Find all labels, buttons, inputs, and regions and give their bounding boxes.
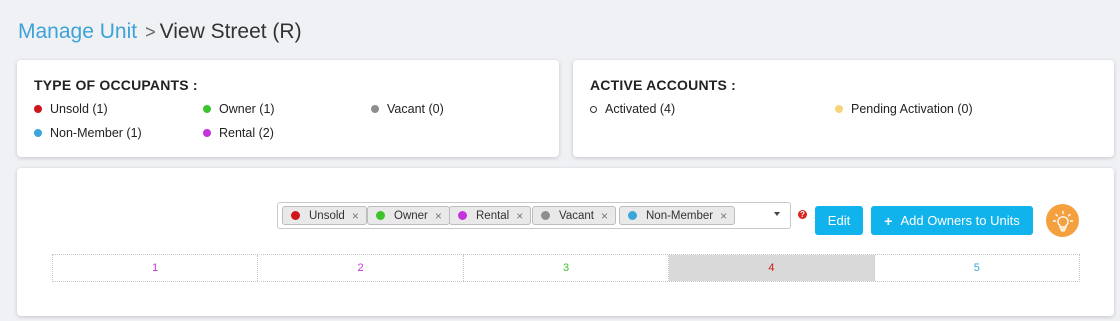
legend-owner: Owner (1) <box>203 102 275 116</box>
tag-label: Owner <box>394 209 428 222</box>
breadcrumb-manage-unit-link[interactable]: Manage Unit <box>18 20 137 43</box>
chevron-right-icon: > <box>145 22 156 42</box>
legend-label: Rental (2) <box>219 126 274 140</box>
vacant-dot-icon <box>541 211 550 220</box>
occupants-card: TYPE OF OCCUPANTS : Unsold (1) Owner (1)… <box>17 60 559 157</box>
tag-label: Vacant <box>559 209 594 222</box>
filter-tag-owner: Owner × <box>367 206 450 225</box>
legend-activated: Activated (4) <box>590 102 675 116</box>
unit-cell[interactable]: 2 <box>258 255 464 281</box>
filter-tag-non-member: Non-Member × <box>619 206 736 225</box>
unit-cell[interactable]: 4 <box>669 255 875 281</box>
accounts-title: ACTIVE ACCOUNTS : <box>590 77 736 93</box>
legend-pending-activation: Pending Activation (0) <box>835 102 973 116</box>
lightbulb-icon[interactable] <box>1046 204 1079 237</box>
legend-label: Owner (1) <box>219 102 275 116</box>
unit-cell[interactable]: 3 <box>464 255 670 281</box>
legend-label: Activated (4) <box>605 102 676 116</box>
unit-cell[interactable]: 5 <box>875 255 1079 281</box>
unit-cell[interactable]: 1 <box>53 255 259 281</box>
remove-tag-icon[interactable]: × <box>720 209 727 223</box>
activated-circle-icon <box>590 105 597 113</box>
occupants-title: TYPE OF OCCUPANTS : <box>34 77 198 93</box>
legend-label: Non-Member (1) <box>50 126 142 140</box>
owner-dot-icon <box>203 105 211 113</box>
vacant-dot-icon <box>371 105 379 113</box>
legend-label: Vacant (0) <box>387 102 444 116</box>
tag-label: Non-Member <box>646 209 714 222</box>
breadcrumb: Manage Unit > View Street (R) <box>18 18 302 46</box>
add-owners-button[interactable]: + Add Owners to Units <box>871 206 1033 235</box>
remove-tag-icon[interactable]: × <box>352 209 359 223</box>
owner-dot-icon <box>376 211 385 220</box>
units-card: Unsold × Owner × Rental × Vacant × Non-M… <box>17 168 1114 316</box>
legend-non-member: Non-Member (1) <box>34 126 142 140</box>
plus-icon: + <box>884 212 893 229</box>
dropdown-caret-icon[interactable] <box>774 212 780 216</box>
unsold-dot-icon <box>34 105 42 113</box>
filter-tag-rental: Rental × <box>449 206 532 225</box>
page-title: View Street (R) <box>159 20 302 43</box>
legend-label: Unsold (1) <box>50 102 108 116</box>
remove-tag-icon[interactable]: × <box>516 209 523 223</box>
accounts-card: ACTIVE ACCOUNTS : Activated (4) Pending … <box>573 60 1114 157</box>
add-owners-label: Add Owners to Units <box>900 213 1020 228</box>
legend-unsold: Unsold (1) <box>34 102 108 116</box>
tag-label: Rental <box>476 209 510 222</box>
unit-row: 1 2 3 4 5 <box>52 254 1080 282</box>
filter-tag-vacant: Vacant × <box>532 206 616 225</box>
edit-button[interactable]: Edit <box>815 206 863 235</box>
occupant-filter-select[interactable]: Unsold × Owner × Rental × Vacant × Non-M… <box>277 202 791 229</box>
tag-label: Unsold <box>309 209 345 222</box>
remove-tag-icon[interactable]: × <box>435 209 442 223</box>
rental-dot-icon <box>203 129 211 137</box>
non-member-dot-icon <box>34 129 42 137</box>
legend-label: Pending Activation (0) <box>851 102 973 116</box>
help-icon[interactable]: ? <box>798 210 807 219</box>
non-member-dot-icon <box>628 211 637 220</box>
rental-dot-icon <box>458 211 467 220</box>
remove-tag-icon[interactable]: × <box>601 209 608 223</box>
unsold-dot-icon <box>291 211 300 220</box>
filter-tag-unsold: Unsold × <box>282 206 367 225</box>
legend-vacant: Vacant (0) <box>371 102 444 116</box>
pending-dot-icon <box>835 105 843 113</box>
legend-rental: Rental (2) <box>203 126 274 140</box>
